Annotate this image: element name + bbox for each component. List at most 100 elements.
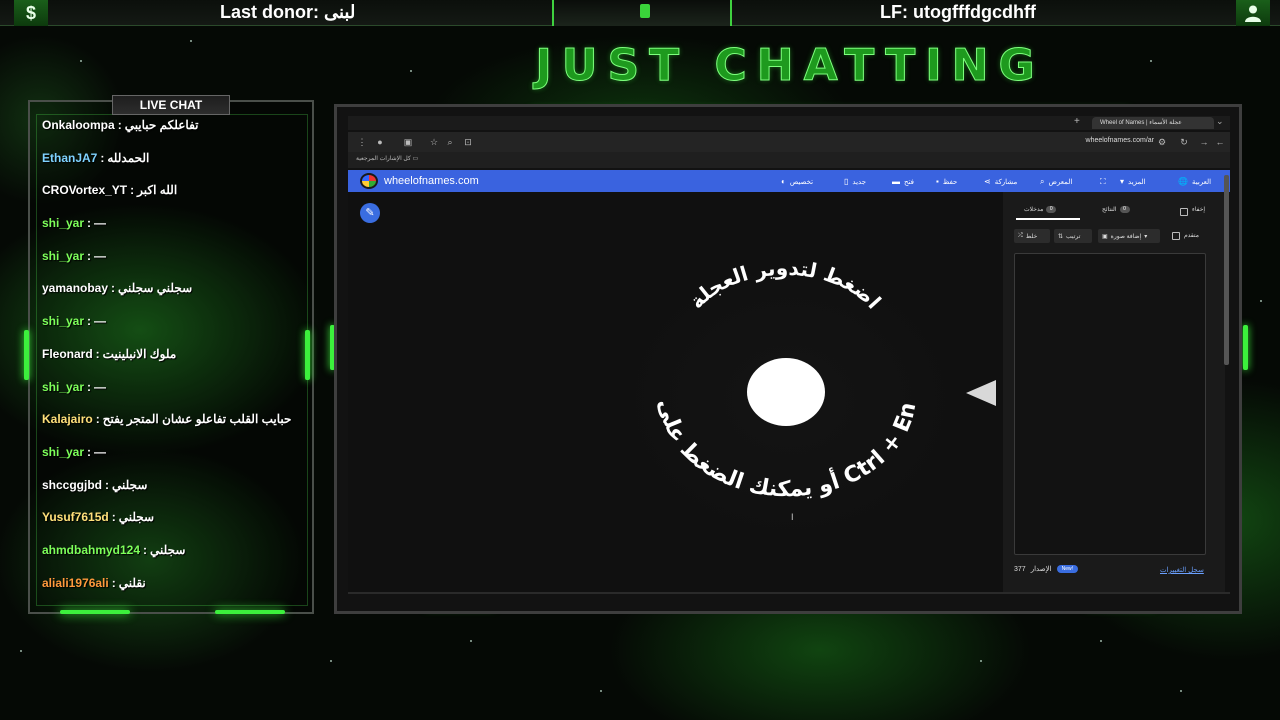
chat-text: سجلني — [118, 510, 155, 525]
image-icon: ▣ — [1102, 233, 1108, 240]
chat-username[interactable]: aliali1976ali — [42, 576, 109, 590]
text-cursor-icon: I — [791, 512, 794, 522]
won-site-name[interactable]: wheelofnames.com — [384, 175, 479, 187]
url-text[interactable]: wheelofnames.com/ar — [1060, 137, 1154, 144]
file-icon: ▯ — [844, 177, 849, 186]
bookmarks-bar — [348, 152, 1230, 168]
new-tab-button[interactable]: + — [1074, 116, 1080, 127]
hide-checkbox[interactable] — [1180, 208, 1188, 216]
chat-text: سجلني سجلني — [118, 281, 193, 296]
changelog-link[interactable]: سجل التغييرات — [1160, 566, 1204, 574]
chat-username[interactable]: shi_yar — [42, 380, 84, 394]
new-badge[interactable]: New! — [1056, 565, 1078, 573]
chat-username[interactable]: shi_yar — [42, 249, 84, 263]
chat-username[interactable]: EthanJA7 — [42, 151, 97, 165]
browser-tab[interactable]: Wheel of Names | عجلة الأسماء — [1092, 117, 1214, 129]
profile-icon[interactable]: ● — [374, 136, 386, 148]
live-chat-header: LIVE CHAT — [112, 95, 230, 115]
chat-separator: : — [87, 314, 92, 329]
chat-message: shi_yar: — — [42, 445, 302, 478]
chat-separator: : — [111, 575, 116, 590]
chevron-down-icon: ▾ — [1144, 233, 1148, 240]
save-icon: ▪ — [936, 177, 939, 186]
share-page-icon[interactable]: ⊡ — [462, 136, 474, 148]
more-menu[interactable]: ▾ المزيد — [1120, 177, 1146, 186]
entries-textarea[interactable] — [1014, 253, 1206, 555]
wheel-hub[interactable] — [747, 358, 825, 426]
window-controls-icon[interactable]: ⌄ — [1216, 116, 1224, 127]
chat-text: — — [94, 314, 107, 329]
chat-separator: : — [100, 150, 105, 165]
chat-separator: : — [111, 510, 116, 525]
menu-icon[interactable]: ⋮ — [356, 136, 368, 148]
edit-pencil-button[interactable]: ✎ — [360, 203, 380, 223]
chat-username[interactable]: Kalajairo — [42, 412, 93, 426]
chat-username[interactable]: yamanobay — [42, 281, 108, 295]
chat-separator: : — [143, 542, 148, 557]
chat-username[interactable]: ahmdbahmyd124 — [42, 543, 140, 557]
chat-message: shi_yar: — — [42, 216, 302, 249]
new-button[interactable]: ▯ جديد — [844, 177, 866, 186]
brand-mark-icon — [640, 4, 650, 18]
chat-text: سجلني — [150, 542, 186, 557]
chat-text: نقلني — [118, 575, 146, 590]
wheel-top-text: اضغط لتدوير العجلة — [684, 256, 886, 314]
back-icon[interactable]: ← — [1214, 136, 1226, 148]
chat-separator: : — [130, 183, 135, 198]
fullscreen-button[interactable]: ⛶ — [1100, 177, 1106, 187]
chat-message: Kalajairo: حبايب القلب تفاعلو عشان المتجر… — [42, 412, 302, 445]
chat-separator: : — [87, 379, 92, 394]
glow-accent — [60, 610, 130, 614]
zoom-icon[interactable]: ⌕ — [444, 136, 456, 148]
tab-entries[interactable]: مدخلات 0 — [1024, 206, 1057, 213]
shuffle-button[interactable]: ⤮ خلط — [1014, 229, 1050, 243]
gallery-button[interactable]: ⌕ المعرض — [1040, 177, 1072, 187]
chat-username[interactable]: shi_yar — [42, 216, 84, 230]
glow-accent — [215, 610, 285, 614]
chat-message: Yusuf7615d: سجلني — [42, 510, 302, 543]
glow-accent — [1243, 325, 1248, 370]
chat-text: الحمدلله — [107, 150, 150, 165]
palette-icon: ◐ — [781, 177, 786, 186]
save-button[interactable]: ▪ حفظ — [936, 177, 957, 186]
chat-message: Onkaloompa: تفاعلكم حبايبي — [42, 118, 302, 151]
share-button[interactable]: ⋖ مشاركة — [984, 177, 1017, 186]
chat-message: ahmdbahmyd124: سجلني — [42, 543, 302, 576]
open-button[interactable]: ▬ فتح — [892, 177, 914, 186]
top-center-ornament — [552, 0, 732, 26]
chat-username[interactable]: shi_yar — [42, 314, 84, 328]
bookmark-star-icon[interactable]: ☆ — [428, 136, 440, 148]
customize-button[interactable]: ◐ تخصيص — [781, 177, 813, 186]
reload-icon[interactable]: ↻ — [1178, 136, 1190, 148]
chat-separator: : — [111, 281, 116, 296]
site-settings-icon[interactable]: ⚙ — [1156, 136, 1168, 148]
add-image-button[interactable]: ▣ إضافة صورة ▾ — [1098, 229, 1160, 243]
language-menu[interactable]: 🌐 العربية — [1178, 177, 1211, 186]
chat-username[interactable]: Fleonard — [42, 347, 93, 361]
glow-accent — [24, 330, 29, 380]
page-scrollbar[interactable] — [1224, 175, 1229, 365]
shuffle-icon: ⤮ — [1018, 232, 1023, 239]
chat-text: — — [94, 379, 107, 394]
forward-icon[interactable]: → — [1198, 136, 1210, 148]
extensions-icon[interactable]: ▣ — [402, 136, 414, 148]
won-logo-icon[interactable] — [360, 173, 378, 189]
chat-text: تفاعلكم حبايبي — [124, 118, 199, 132]
search-icon: ⌕ — [1040, 177, 1045, 186]
user-icon — [1236, 0, 1270, 26]
divider — [348, 592, 1230, 594]
chat-username[interactable]: shccggjbd — [42, 478, 102, 492]
glow-accent — [305, 330, 310, 380]
chat-username[interactable]: Onkaloompa — [42, 118, 115, 132]
sort-button[interactable]: ⇅ ترتيب — [1054, 229, 1092, 243]
tab-results[interactable]: النتائج 0 — [1102, 206, 1130, 213]
all-bookmarks[interactable]: كل الإشارات المرجعية ▭ — [356, 155, 418, 162]
chat-separator: : — [105, 477, 110, 492]
advanced-checkbox[interactable] — [1172, 232, 1180, 240]
chat-message: aliali1976ali: نقلني — [42, 576, 302, 609]
chat-username[interactable]: CROVortex_YT — [42, 183, 127, 197]
chat-username[interactable]: Yusuf7615d — [42, 510, 109, 524]
pencil-icon: ✎ — [365, 207, 375, 219]
chat-username[interactable]: shi_yar — [42, 445, 84, 459]
chat-text: — — [94, 216, 107, 231]
